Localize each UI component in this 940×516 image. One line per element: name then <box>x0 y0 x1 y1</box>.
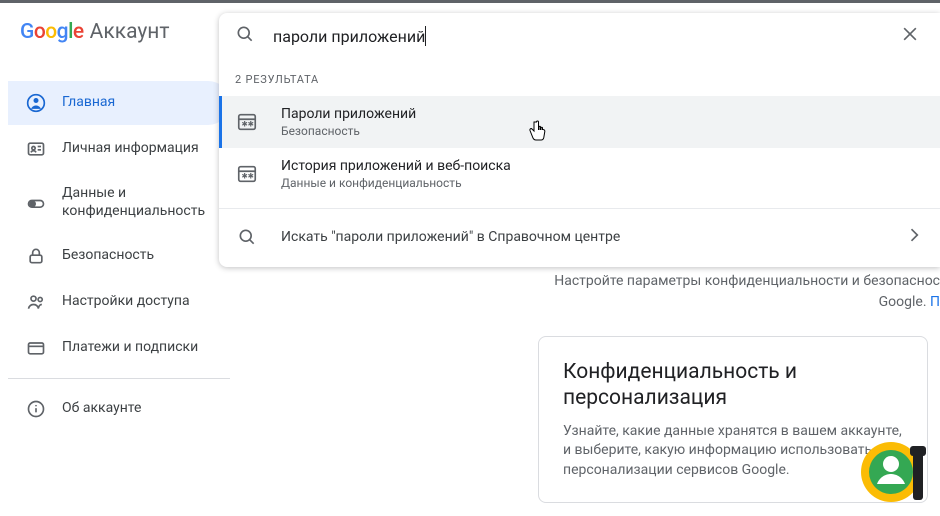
close-icon[interactable] <box>896 20 924 52</box>
help-text: Искать "пароли приложений" в Справочном … <box>281 229 882 245</box>
user-circle-icon <box>26 93 46 113</box>
lock-icon <box>26 246 46 266</box>
sidebar: Главная Личная информация Данные и конфи… <box>0 81 230 433</box>
sidebar-item-about[interactable]: Об аккаунте <box>8 387 230 431</box>
search-result-app-passwords[interactable]: ✱✱ Пароли приложений Безопасность <box>219 96 940 148</box>
result-text: История приложений и веб-поиска Данные и… <box>281 158 924 190</box>
sidebar-item-label: Данные и конфиденциальность <box>62 185 218 220</box>
search-result-web-history[interactable]: ✱✱ История приложений и веб-поиска Данны… <box>219 148 940 200</box>
result-subtitle: Данные и конфиденциальность <box>281 176 924 190</box>
sidebar-item-label: Главная <box>62 94 115 112</box>
chevron-right-icon <box>904 225 924 249</box>
sidebar-item-security[interactable]: Безопасность <box>8 234 230 278</box>
search-input[interactable]: пароли приложений <box>273 26 896 46</box>
privacy-illustration-icon <box>857 432 933 508</box>
learn-more-link[interactable]: П <box>930 294 940 310</box>
svg-text:✱✱: ✱✱ <box>242 120 254 129</box>
asterisk-list-icon: ✱✱ <box>235 163 259 185</box>
sidebar-item-sharing[interactable]: Настройки доступа <box>8 280 230 324</box>
card-title: Конфиденциальность и персонализация <box>563 359 903 412</box>
search-icon <box>235 24 255 48</box>
search-icon <box>235 227 259 247</box>
search-panel: пароли приложений 2 РЕЗУЛЬТАТА ✱✱ Пароли… <box>219 13 940 267</box>
google-logo: Google <box>20 20 84 44</box>
sidebar-item-home[interactable]: Главная <box>8 81 230 125</box>
result-title: История приложений и веб-поиска <box>281 158 924 174</box>
result-text: Пароли приложений Безопасность <box>281 106 924 138</box>
asterisk-list-icon: ✱✱ <box>235 111 259 133</box>
search-help-center[interactable]: Искать "пароли приложений" в Справочном … <box>219 209 940 267</box>
account-label: Аккаунт <box>90 20 170 44</box>
people-icon <box>26 292 46 312</box>
sidebar-item-personal[interactable]: Личная информация <box>8 127 230 171</box>
result-subtitle: Безопасность <box>281 124 924 138</box>
toggle-icon <box>26 193 46 213</box>
card-description: Узнайте, какие данные хранятся в вашем а… <box>563 422 903 481</box>
result-title: Пароли приложений <box>281 106 924 122</box>
sidebar-item-data-privacy[interactable]: Данные и конфиденциальность <box>8 173 230 232</box>
svg-text:✱✱: ✱✱ <box>242 172 254 181</box>
sidebar-item-label: Платежи и подписки <box>62 339 198 357</box>
info-icon <box>26 399 46 419</box>
sidebar-item-label: Личная информация <box>62 140 199 158</box>
sidebar-item-label: Безопасность <box>62 247 154 265</box>
id-card-icon <box>26 139 46 159</box>
divider <box>8 378 230 379</box>
background-description: Настройте параметры конфиденциальности и… <box>548 271 940 313</box>
search-row: пароли приложений <box>219 13 940 59</box>
logo-area: Google Аккаунт <box>20 17 170 47</box>
results-count: 2 РЕЗУЛЬТАТА <box>219 59 940 96</box>
sidebar-item-label: Об аккаунте <box>62 400 141 418</box>
card-icon <box>26 338 46 358</box>
sidebar-item-payments[interactable]: Платежи и подписки <box>8 326 230 370</box>
sidebar-item-label: Настройки доступа <box>62 293 190 311</box>
card-body: Конфиденциальность и персонализация Узна… <box>563 359 903 480</box>
privacy-card[interactable]: Конфиденциальность и персонализация Узна… <box>538 336 928 503</box>
